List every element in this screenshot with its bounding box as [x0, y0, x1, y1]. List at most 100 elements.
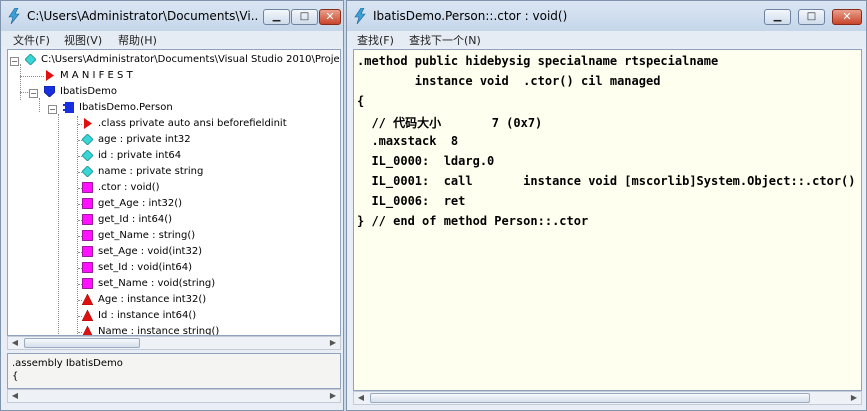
- close-button[interactable]: ✕: [319, 9, 341, 25]
- left-menu-bar: 文件(F) 视图(V) 帮助(H): [1, 31, 343, 47]
- property-triangle-icon: [82, 294, 93, 305]
- tree-collapse-toggle[interactable]: −: [10, 57, 19, 66]
- info-line: {: [12, 371, 19, 382]
- menu-help[interactable]: 帮助(H): [118, 32, 157, 48]
- tree-node-label: IbatisDemo: [60, 86, 118, 97]
- left-title-bar[interactable]: C:\Users\Administrator\Documents\Vi... ▁…: [1, 1, 343, 31]
- tree-line: [78, 300, 82, 301]
- tree-node-label: get_Id : int64(): [98, 214, 173, 225]
- menu-view[interactable]: 视图(V): [64, 32, 102, 48]
- tree-node-label: name : private string: [98, 166, 204, 177]
- ildasm-app-icon: [8, 8, 20, 24]
- code-line: .maxstack 8: [357, 134, 459, 148]
- tree-line: [78, 220, 82, 221]
- class-icon: [63, 102, 74, 113]
- maximize-icon: □: [806, 11, 817, 22]
- scroll-right-icon[interactable]: ▶: [847, 392, 861, 404]
- minimize-button[interactable]: ▁: [764, 9, 791, 25]
- tree-node-label: Age : instance int32(): [98, 294, 207, 305]
- tree-line: [78, 172, 82, 173]
- tree-node-label: get_Age : int32(): [98, 198, 183, 209]
- minimize-button[interactable]: ▁: [263, 9, 290, 25]
- code-line: // 代码大小 7 (0x7): [357, 116, 543, 130]
- code-line: .method public hidebysig specialname rts…: [357, 54, 719, 68]
- tree-line: [78, 316, 82, 317]
- assembly-info-pane: .assembly IbatisDemo {: [7, 353, 341, 389]
- close-button[interactable]: ✕: [832, 9, 862, 25]
- tree-collapse-toggle[interactable]: −: [29, 89, 38, 98]
- code-line: IL_0000: ldarg.0: [357, 154, 495, 168]
- scroll-left-icon[interactable]: ◀: [8, 390, 22, 402]
- info-line: .assembly IbatisDemo: [12, 358, 123, 369]
- tree-line: [20, 76, 44, 77]
- tree-collapse-toggle[interactable]: −: [48, 105, 57, 114]
- tree-line: [78, 204, 82, 205]
- minimize-icon: ▁: [272, 11, 281, 22]
- tree-node-label: Name : instance string(): [98, 326, 220, 336]
- cyan-diamond-icon: [82, 134, 93, 145]
- code-line: instance void .ctor() cil managed: [357, 74, 661, 88]
- cyan-diamond-icon: [82, 150, 93, 161]
- right-window-title: IbatisDemo.Person::.ctor : void(): [373, 9, 568, 23]
- left-window-title: C:\Users\Administrator\Documents\Vi...: [27, 9, 259, 23]
- scrollbar-thumb[interactable]: [24, 338, 140, 348]
- right-title-bar[interactable]: IbatisDemo.Person::.ctor : void() ▁ □ ✕: [347, 1, 866, 31]
- ildasm-main-window: C:\Users\Administrator\Documents\Vi... ▁…: [0, 0, 344, 411]
- tree-node-label: set_Id : void(int64): [98, 262, 193, 273]
- tree-node-label: get_Name : string(): [98, 230, 196, 241]
- scrollbar-thumb[interactable]: [370, 393, 810, 403]
- tree-line: [78, 284, 82, 285]
- info-horizontal-scrollbar[interactable]: ◀ ▶: [7, 389, 341, 403]
- tree-line: [78, 332, 82, 333]
- tree-line: [78, 252, 82, 253]
- method-square-icon: [82, 214, 93, 225]
- tree-node-label: set_Age : void(int32): [98, 246, 203, 257]
- il-code-view[interactable]: .method public hidebysig specialname rts…: [353, 49, 862, 391]
- menu-file[interactable]: 文件(F): [13, 32, 50, 48]
- code-line: IL_0006: ret: [357, 194, 466, 208]
- code-line: IL_0001: call instance void [mscorlib]Sy…: [357, 174, 856, 188]
- tree-node-label: age : private int32: [98, 134, 191, 145]
- scroll-left-icon[interactable]: ◀: [354, 392, 368, 404]
- menu-find[interactable]: 查找(F): [357, 32, 394, 48]
- right-menu-bar: 查找(F) 查找下一个(N): [347, 31, 866, 47]
- tree-node-label: M A N I F E S T: [60, 70, 133, 81]
- cyan-diamond-icon: [25, 54, 36, 65]
- maximize-button[interactable]: □: [291, 9, 318, 25]
- red-triangle-icon: [46, 70, 54, 81]
- assembly-tree[interactable]: − − − C:\Users\Administrator\Documents\V…: [7, 49, 341, 336]
- scroll-right-icon[interactable]: ▶: [326, 337, 340, 349]
- tree-node-label: .ctor : void(): [98, 182, 160, 193]
- menu-find-next[interactable]: 查找下一个(N): [409, 32, 481, 48]
- property-triangle-icon: [82, 326, 93, 335]
- tree-line: [78, 268, 82, 269]
- tree-line: [78, 140, 82, 141]
- tree-line: [20, 64, 21, 100]
- tree-node-label: .class private auto ansi beforefieldinit: [98, 118, 287, 129]
- tree-line: [78, 236, 82, 237]
- maximize-button[interactable]: □: [798, 9, 825, 25]
- method-square-icon: [82, 262, 93, 273]
- tree-line: [58, 114, 59, 335]
- namespace-shield-icon: [44, 86, 55, 97]
- scroll-left-icon[interactable]: ◀: [8, 337, 22, 349]
- tree-horizontal-scrollbar[interactable]: ◀ ▶: [7, 336, 341, 350]
- tree-line: [39, 98, 40, 112]
- tree-node-label: Id : instance int64(): [98, 310, 197, 321]
- code-horizontal-scrollbar[interactable]: ◀ ▶: [353, 391, 862, 405]
- code-line: } // end of method Person::.ctor: [357, 214, 589, 228]
- tree-line: [78, 156, 82, 157]
- il-code-window: IbatisDemo.Person::.ctor : void() ▁ □ ✕ …: [346, 0, 867, 411]
- close-icon: ✕: [325, 10, 335, 23]
- method-square-icon: [82, 278, 93, 289]
- method-square-icon: [82, 246, 93, 257]
- tree-node-label: IbatisDemo.Person: [79, 102, 173, 113]
- ildasm-app-icon: [354, 8, 366, 24]
- tree-node-label: id : private int64: [98, 150, 182, 161]
- red-triangle-icon: [84, 118, 92, 129]
- property-triangle-icon: [82, 310, 93, 321]
- maximize-icon: □: [299, 11, 310, 22]
- method-square-icon: [82, 182, 93, 193]
- scroll-right-icon[interactable]: ▶: [326, 390, 340, 402]
- close-icon: ✕: [842, 10, 852, 23]
